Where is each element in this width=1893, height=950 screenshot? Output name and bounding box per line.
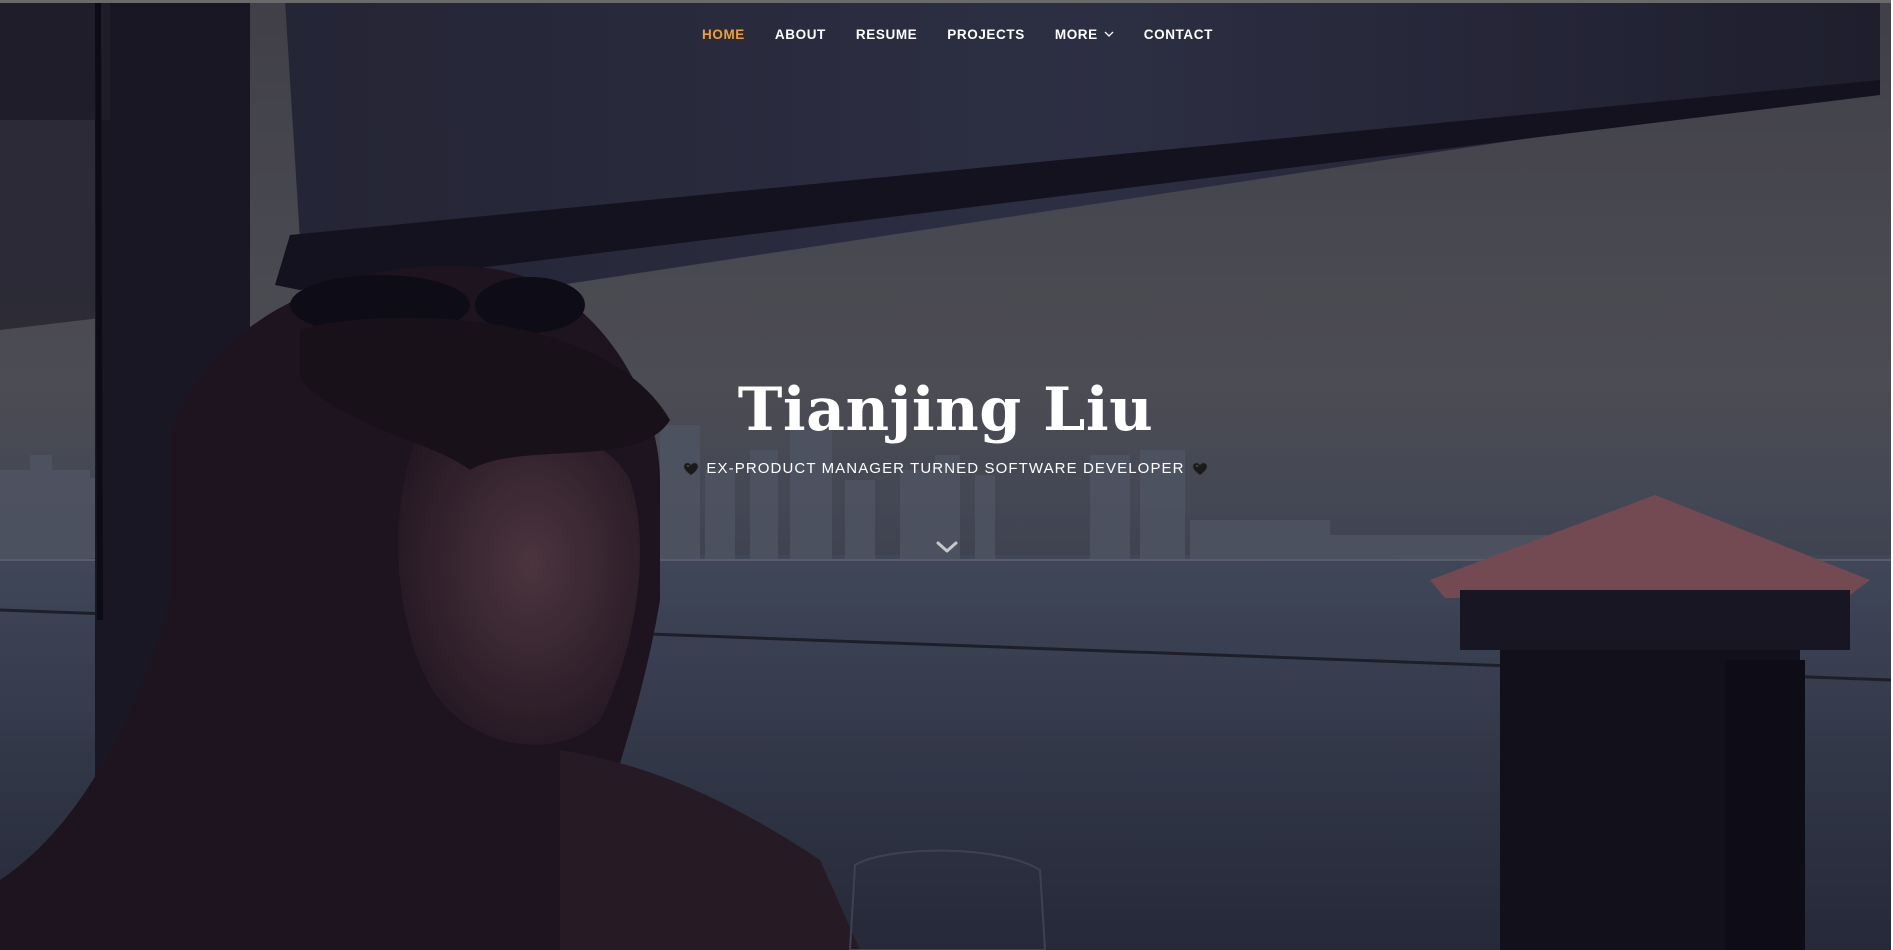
hero-subtitle-text: EX-PRODUCT MANAGER TURNED SOFTWARE DEVEL…: [706, 460, 1185, 477]
chevron-down-icon: [1104, 31, 1114, 37]
hero-subtitle: EX-PRODUCT MANAGER TURNED SOFTWARE DEVEL…: [0, 460, 1891, 477]
nav-item-projects[interactable]: PROJECTS: [947, 27, 1025, 42]
nav-item-home[interactable]: HOME: [702, 27, 745, 42]
nav-item-resume-label: RESUME: [855, 27, 918, 42]
nav-item-contact-label: CONTACT: [1143, 27, 1213, 42]
nav-item-more[interactable]: MORE: [1055, 27, 1114, 42]
nav-item-projects-label: PROJECTS: [947, 27, 1025, 42]
nav-item-resume[interactable]: RESUME: [856, 27, 917, 42]
page: HOME ABOUT RESUME PROJECTS MORE CONTACT: [0, 0, 1893, 950]
black-heart-icon: [1192, 462, 1207, 475]
window-top-border: [0, 0, 1893, 3]
black-heart-icon: [684, 462, 699, 475]
nav-list: HOME ABOUT RESUME PROJECTS MORE CONTACT: [702, 27, 1213, 42]
nav-item-contact[interactable]: CONTACT: [1144, 27, 1213, 42]
chevron-down-icon[interactable]: [935, 536, 959, 560]
nav-item-about-label: ABOUT: [774, 27, 826, 42]
hero-title: Tianjing Liu: [737, 375, 1154, 445]
nav-item-home-label: HOME: [702, 27, 745, 42]
main-nav: HOME ABOUT RESUME PROJECTS MORE CONTACT: [0, 3, 1891, 69]
nav-item-more-label: MORE: [1054, 27, 1098, 42]
nav-item-about[interactable]: ABOUT: [775, 27, 826, 42]
